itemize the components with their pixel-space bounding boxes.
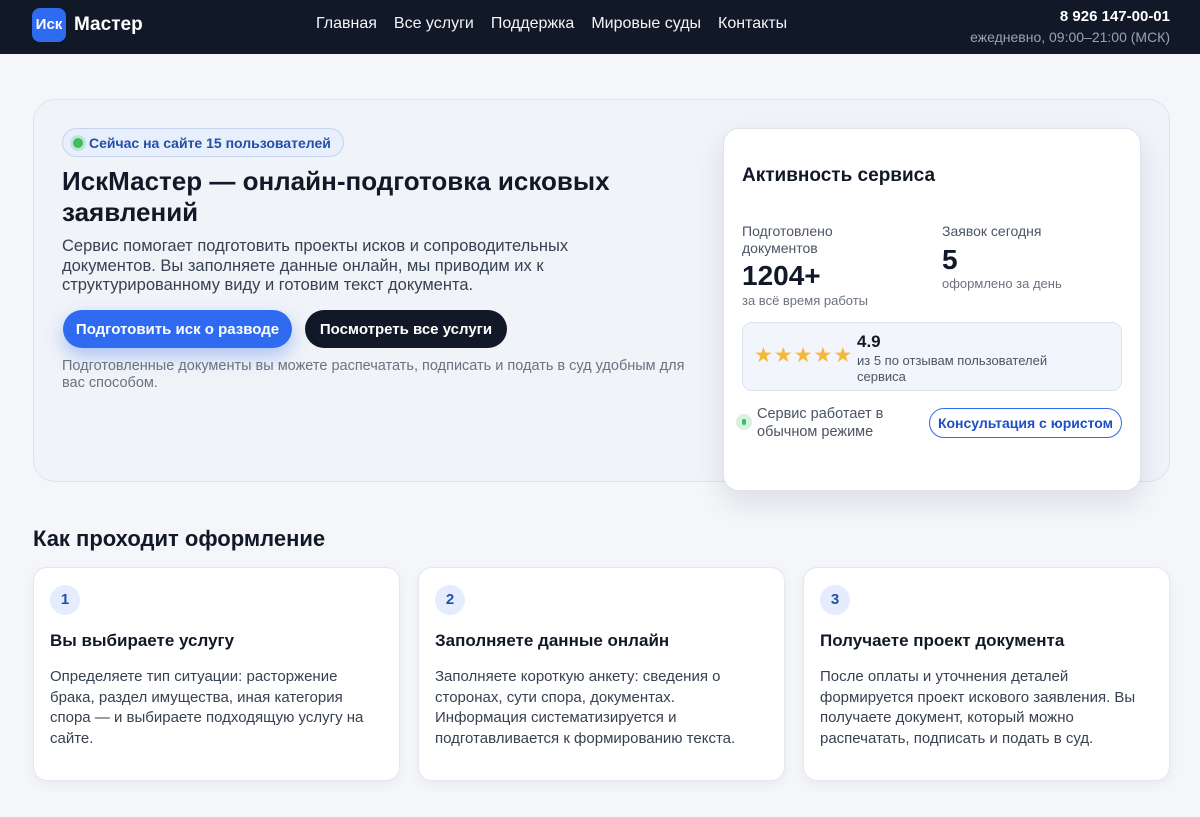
phone-number[interactable]: 8 926 147-00-01 — [970, 8, 1170, 25]
activity-card-title: Активность сервиса — [742, 165, 936, 186]
star-icon: ★ — [754, 344, 773, 367]
star-icon: ★ — [833, 344, 853, 367]
site-header: Иск Мастер Главная Все услуги Поддержка … — [0, 0, 1200, 54]
prepare-divorce-claim-button[interactable]: Подготовить иск о разводе — [63, 310, 292, 348]
logo-mark[interactable]: Иск — [32, 8, 66, 42]
step-text: После оплаты и уточнения деталей формиру… — [820, 668, 1136, 747]
step-text: Заполняете короткую анкету: сведения о с… — [435, 668, 736, 747]
step-text: Определяете тип ситуации: расторжение бр… — [50, 668, 364, 747]
service-status-text: Сервис работает в обычном режиме — [757, 406, 884, 440]
page-title: ИскМастер — онлайн-подготовка исковых за… — [62, 166, 610, 227]
online-status-dot-icon — [73, 137, 83, 148]
step-card-2: 2 Заполняете данные онлайн Заполняете ко… — [418, 567, 785, 781]
main-nav: Главная Все услуги Поддержка Мировые суд… — [316, 15, 787, 33]
header-contact: 8 926 147-00-01 ежедневно, 09:00–21:00 (… — [970, 8, 1170, 45]
step-card-1: 1 Вы выбираете услугу Определяете тип си… — [33, 567, 400, 781]
nav-item-home[interactable]: Главная — [316, 15, 377, 33]
hero-note: Подготовленные документы вы можете распе… — [62, 358, 685, 391]
documents-stat-value: 1204+ — [742, 260, 821, 291]
steps-section-title: Как проходит оформление — [33, 526, 326, 551]
nav-item-services[interactable]: Все услуги — [394, 15, 474, 33]
documents-stat-label: Подготовлено документов — [742, 223, 833, 256]
star-icon: ★ — [813, 344, 833, 367]
nav-item-courts[interactable]: Мировые суды — [591, 15, 701, 33]
step-number-badge: 2 — [435, 585, 465, 615]
lawyer-consultation-button[interactable]: Консультация с юристом — [929, 408, 1122, 438]
today-stat-sub: оформлено за день — [942, 276, 1062, 291]
working-hours: ежедневно, 09:00–21:00 (МСК) — [970, 29, 1170, 45]
rating-value: 4.9 — [857, 332, 881, 351]
step-title: Вы выбираете услугу — [50, 631, 235, 650]
documents-stat-sub: за всё время работы — [742, 293, 869, 308]
nav-item-contacts[interactable]: Контакты — [718, 15, 787, 33]
hero-description: Сервис помогает подготовить проекты иско… — [62, 237, 569, 294]
online-users-badge: Сейчас на сайте 15 пользователей — [62, 128, 344, 157]
step-title: Получаете проект документа — [820, 631, 1065, 650]
view-all-services-button[interactable]: Посмотреть все услуги — [305, 310, 507, 348]
service-status-icon — [736, 414, 752, 430]
logo-text[interactable]: Мастер — [74, 14, 143, 36]
rating-caption: из 5 по отзывам пользователей сервиса — [857, 353, 1048, 384]
star-icon: ★ — [773, 344, 793, 367]
today-stat-label: Заявок сегодня — [942, 223, 1042, 239]
today-stat-value: 5 — [942, 244, 958, 275]
step-number-badge: 1 — [50, 585, 80, 615]
online-users-text: Сейчас на сайте 15 пользователей — [89, 134, 331, 151]
rating-stars: ★ ★ ★ ★ ★ — [754, 345, 852, 366]
step-title: Заполняете данные онлайн — [435, 631, 670, 650]
step-number-badge: 3 — [820, 585, 850, 615]
nav-item-support[interactable]: Поддержка — [491, 15, 574, 33]
step-card-3: 3 Получаете проект документа После оплат… — [803, 567, 1170, 781]
star-icon: ★ — [793, 344, 813, 367]
